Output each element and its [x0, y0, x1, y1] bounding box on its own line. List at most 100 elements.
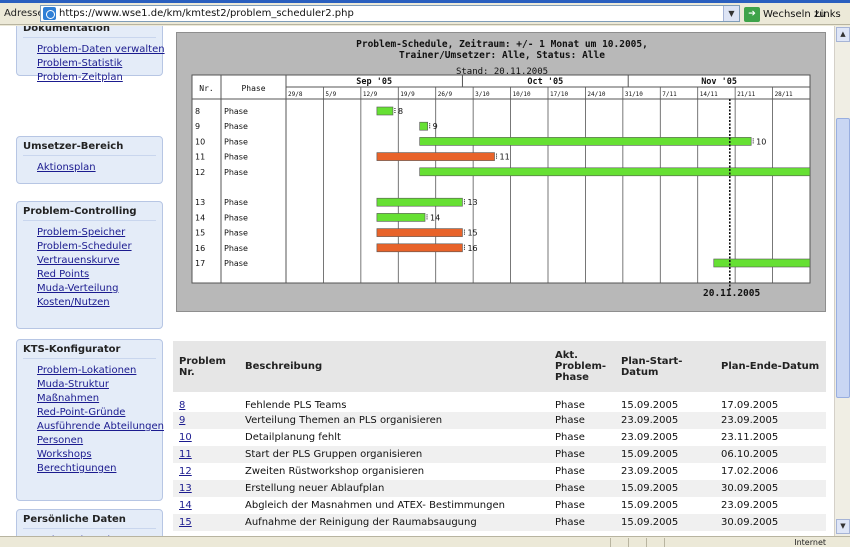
- week-tick-label: 24/10: [587, 91, 605, 98]
- nav-section: Problem-Controlling Problem-Speicher Probl…: [16, 201, 163, 329]
- month-label: Nov '05: [701, 77, 737, 87]
- gantt-bar: [376, 152, 495, 161]
- nav-link[interactable]: Red Points: [17, 268, 162, 282]
- nav-section-title: KTS-Konfigurator: [23, 344, 121, 355]
- nav-link[interactable]: Kosten/Nutzen: [17, 296, 162, 310]
- row-phase-label: Phase: [224, 213, 248, 222]
- row-nr-label: 11: [195, 153, 205, 162]
- gantt-chart: Problem-Schedule, Zeitraum: +/- 1 Monat …: [176, 32, 826, 312]
- links-button[interactable]: Links: [815, 9, 841, 20]
- nav-link[interactable]: Problem-Scheduler: [17, 240, 162, 254]
- bar-label: 16: [467, 244, 477, 253]
- problem-link[interactable]: 14: [179, 500, 192, 511]
- cell-beschreibung: Aufnahme der Reinigung der Raumabsaugung: [239, 514, 549, 531]
- bar-label: 15: [467, 229, 477, 238]
- status-cell: [610, 538, 626, 547]
- cell-phase: Phase: [549, 446, 615, 463]
- gantt-bar: [419, 137, 752, 146]
- cell-start: 15.09.2005: [615, 514, 715, 531]
- nav-link[interactable]: Aktionsplan: [17, 161, 162, 175]
- scroll-down-icon[interactable]: ▼: [836, 519, 850, 534]
- week-tick-label: 29/8: [288, 91, 303, 98]
- nav-link[interactable]: Problem-Speicher: [17, 226, 162, 240]
- week-tick-label: 17/10: [550, 91, 568, 98]
- nav-section: KTS-Konfigurator Problem-Lokationen Muda-S…: [16, 339, 164, 501]
- go-arrow-icon[interactable]: ➔: [744, 7, 760, 22]
- cell-problem-nr: 13: [173, 480, 239, 497]
- cell-phase: Phase: [549, 395, 615, 412]
- cell-problem-nr: 10: [173, 429, 239, 446]
- gantt-svg: Nr. Phase 29/8 5/9 12/9 19/9 26/9 3/10 10/10 17/1…: [191, 74, 811, 291]
- row-phase-label: Phase: [224, 168, 248, 177]
- status-bar: Internet: [0, 536, 850, 547]
- nav-divider: [23, 220, 156, 221]
- nav-link[interactable]: Problem-Statistik: [17, 57, 162, 71]
- nav-link[interactable]: Problem-Daten verwalten: [17, 43, 165, 57]
- row-phase-label: Phase: [224, 107, 248, 116]
- table-row: 10 Detailplanung fehlt Phase 23.09.2005 23.1…: [173, 429, 826, 446]
- problem-link[interactable]: 11: [179, 449, 192, 460]
- cell-beschreibung: Abgleich der Masnahmen und ATEX- Bestimm…: [239, 497, 549, 514]
- nav-link[interactable]: Muda-Struktur: [17, 378, 162, 392]
- week-tick-label: 31/10: [625, 91, 643, 98]
- problem-link[interactable]: 12: [179, 466, 192, 477]
- week-tick-label: 7/11: [662, 91, 677, 98]
- week-tick-label: 21/11: [737, 91, 755, 98]
- cell-ende: 23.11.2005: [715, 429, 826, 446]
- cell-ende: 23.09.2005: [715, 497, 826, 514]
- nav-link[interactable]: Ausführende Abteilungen: [17, 420, 164, 434]
- bar-label: 10: [756, 137, 766, 146]
- internet-zone-label: Internet: [794, 538, 826, 547]
- nav-divider: [23, 528, 156, 529]
- ie-page-icon: [43, 7, 56, 20]
- nav-link[interactable]: Muda-Verteilung: [17, 282, 162, 296]
- table-row: 8 Fehlende PLS Teams Phase 15.09.2005 17.09.…: [173, 395, 826, 412]
- nav-link[interactable]: Berechtigungen: [17, 462, 162, 476]
- vertical-scrollbar[interactable]: ▲ ▼: [834, 26, 850, 536]
- problem-table: Problem Nr. Beschreibung Akt. Problem-Ph…: [173, 341, 826, 531]
- nav-link[interactable]: Maßnahmen: [17, 392, 162, 406]
- problem-link[interactable]: 15: [179, 517, 192, 528]
- bar-label: 8: [398, 107, 403, 116]
- row-nr-label: 13: [195, 198, 205, 207]
- row-phase-label: Phase: [224, 198, 248, 207]
- cell-ende: 23.09.2005: [715, 412, 826, 429]
- scroll-thumb[interactable]: [836, 118, 850, 398]
- bar-label: 13: [467, 198, 477, 207]
- problem-link[interactable]: 13: [179, 483, 192, 494]
- header-start: Plan-Start-Datum: [615, 341, 715, 398]
- cell-start: 23.09.2005: [615, 429, 715, 446]
- url-field[interactable]: https://www.wse1.de/km/kmtest2/problem_s…: [40, 5, 740, 22]
- page-viewport: Dokumentation Problem-Daten verwalten Prob…: [0, 26, 834, 536]
- gantt-bar: [376, 213, 426, 222]
- header-phase: Phase: [241, 84, 265, 93]
- url-text: https://www.wse1.de/km/kmtest2/problem_s…: [59, 8, 354, 19]
- problem-link[interactable]: 10: [179, 432, 192, 443]
- nav-link[interactable]: Problem-Lokationen: [17, 364, 162, 378]
- nav-link[interactable]: Problem-Zeitplan: [17, 71, 162, 85]
- cell-phase: Phase: [549, 497, 615, 514]
- problem-link[interactable]: 8: [179, 400, 185, 411]
- nav-section-title: Dokumentation: [23, 26, 110, 34]
- chevron-down-icon[interactable]: ▼: [723, 6, 739, 21]
- nav-link[interactable]: Red-Point-Gründe: [17, 406, 162, 420]
- cell-start: 23.09.2005: [615, 412, 715, 429]
- cell-phase: Phase: [549, 514, 615, 531]
- nav-link[interactable]: Personen: [17, 434, 162, 448]
- scroll-up-icon[interactable]: ▲: [836, 27, 850, 42]
- nav-link[interactable]: Vertrauenskurve: [17, 254, 162, 268]
- row-phase-label: Phase: [224, 153, 248, 162]
- table-row: 15 Aufnahme der Reinigung der Raumabsaugu…: [173, 514, 826, 531]
- cell-ende: 30.09.2005: [715, 480, 826, 497]
- address-bar: Adresse https://www.wse1.de/km/kmtest2/p…: [0, 3, 850, 25]
- problem-link[interactable]: 9: [179, 415, 185, 426]
- bar-label: 14: [430, 213, 440, 222]
- cell-problem-nr: 14: [173, 497, 239, 514]
- row-phase-label: Phase: [224, 244, 248, 253]
- cell-start: 15.09.2005: [615, 497, 715, 514]
- table-row: 11 Start der PLS Gruppen organisieren Phas…: [173, 446, 826, 463]
- month-label: Oct '05: [527, 77, 563, 87]
- row-nr-label: 16: [195, 244, 205, 253]
- table-row: 14 Abgleich der Masnahmen und ATEX- Besti…: [173, 497, 826, 514]
- nav-link[interactable]: Workshops: [17, 448, 162, 462]
